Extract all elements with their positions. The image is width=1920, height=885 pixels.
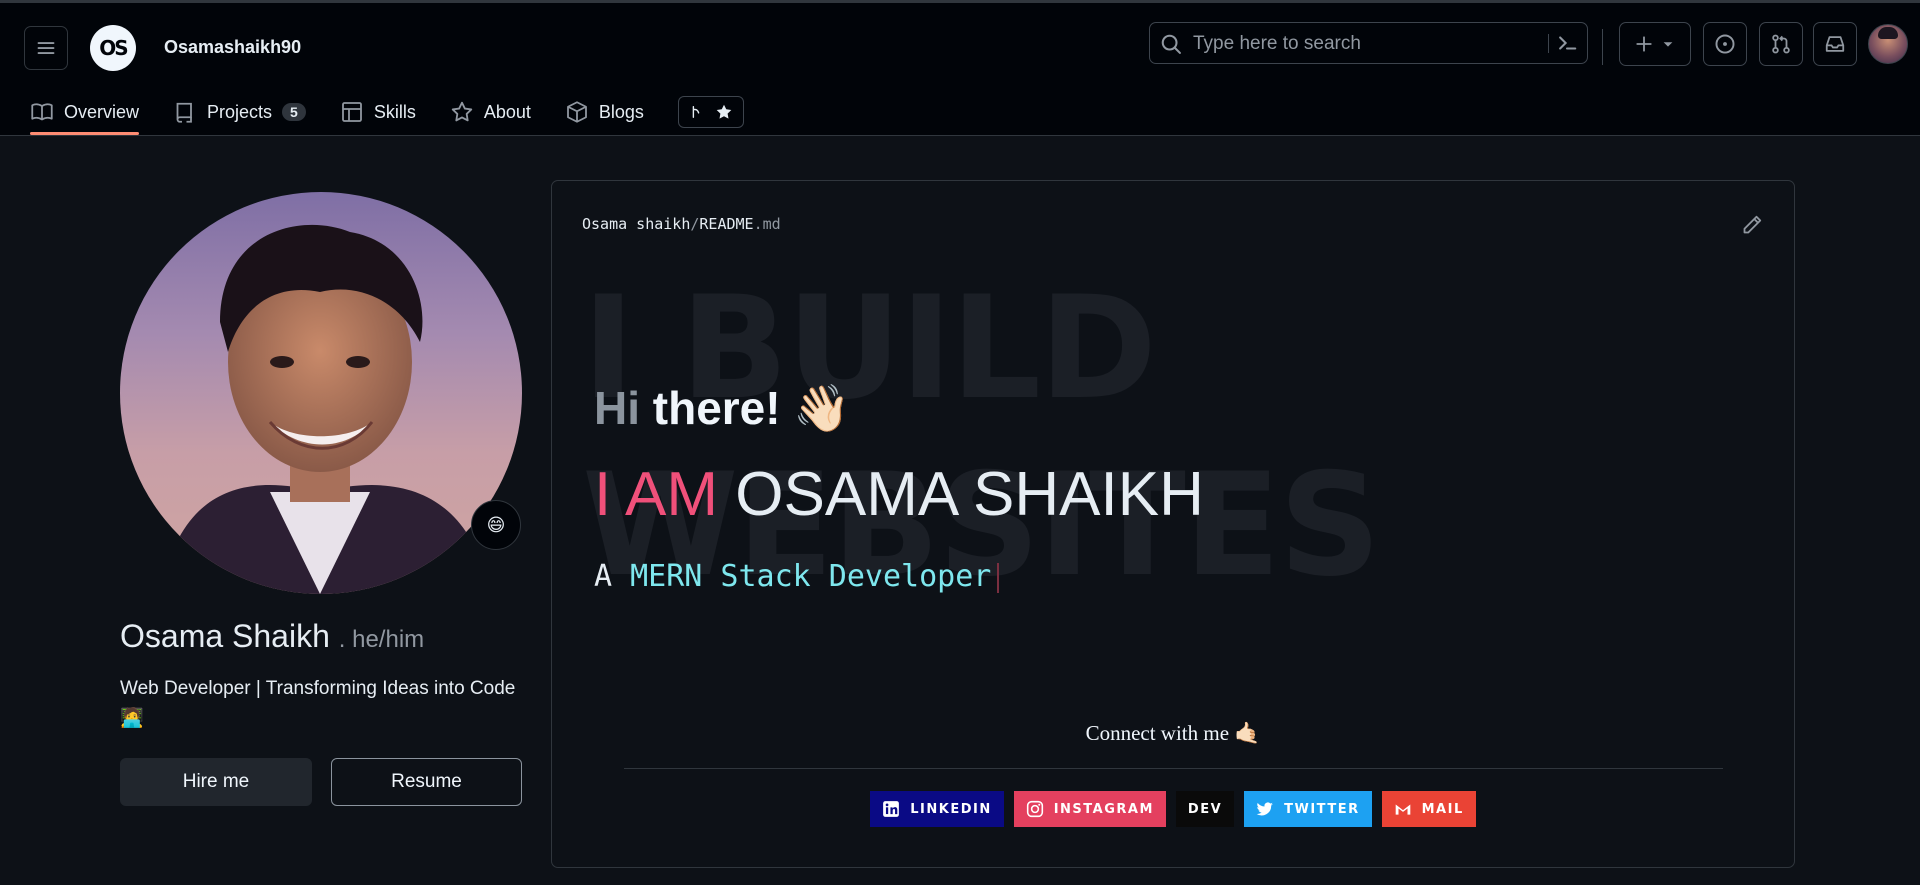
- tab-overview[interactable]: Overview: [30, 93, 140, 135]
- greeting-hi: Hi: [594, 382, 640, 434]
- header-divider: [1602, 29, 1603, 65]
- tab-skills[interactable]: Skills: [340, 93, 416, 131]
- resume-button[interactable]: Resume: [331, 758, 522, 806]
- projects-count-badge: 5: [282, 103, 306, 121]
- command-palette-icon[interactable]: [1555, 32, 1579, 54]
- search-input[interactable]: Type here to search: [1149, 22, 1588, 64]
- greeting-rest: there! 👋🏻: [640, 382, 851, 434]
- issues-button[interactable]: [1703, 22, 1747, 66]
- typing-cursor: [997, 562, 1000, 593]
- status-emoji-button[interactable]: 😄: [471, 500, 521, 550]
- pull-requests-button[interactable]: [1759, 22, 1803, 66]
- tab-blogs[interactable]: Blogs: [565, 93, 644, 131]
- profile-photo-illustration: [160, 224, 490, 594]
- hire-me-button[interactable]: Hire me: [120, 758, 312, 806]
- pencil-icon[interactable]: [1740, 213, 1764, 237]
- profile-pronouns: . he/him: [338, 626, 425, 653]
- role-prefix: A: [594, 559, 613, 594]
- twitter-icon: [1256, 802, 1274, 816]
- tab-about-label: About: [483, 101, 531, 122]
- inbox-icon: [1825, 36, 1845, 52]
- name-heading-name: OSAMA SHAIKH: [735, 460, 1204, 529]
- git-branch-icon: [692, 106, 700, 118]
- search-divider: [1548, 34, 1549, 53]
- profile-bio: Web Developer | Transforming Ideas into …: [120, 678, 516, 729]
- readme-path: Osama shaikh/README.md: [582, 215, 781, 233]
- dev-label: DEV: [1187, 801, 1223, 817]
- inbox-button[interactable]: [1813, 22, 1857, 66]
- role-typewriter: A MERN Stack Developer: [594, 559, 1000, 594]
- twitter-label: TWITTER: [1284, 801, 1360, 817]
- profile-fullname: Osama Shaikh: [120, 618, 330, 654]
- user-avatar-button[interactable]: [1868, 24, 1908, 64]
- tab-overview-label: Overview: [64, 101, 140, 122]
- social-badges: LINKEDIN INSTAGRAM DEV TWITTER MAIL: [552, 791, 1794, 827]
- star-filled-icon: [716, 104, 732, 119]
- hamburger-icon: [37, 42, 55, 54]
- caret-down-icon: [1663, 42, 1673, 47]
- linkedin-badge[interactable]: LINKEDIN: [870, 791, 1004, 827]
- tab-about[interactable]: About: [450, 93, 531, 131]
- book-icon: [31, 103, 53, 121]
- gmail-icon: [1395, 804, 1410, 815]
- greeting-heading: Hi there! 👋🏻: [594, 381, 851, 436]
- tab-skills-label: Skills: [373, 101, 416, 122]
- tab-projects-label: Projects: [207, 101, 273, 122]
- header-username[interactable]: Osamashaikh90: [164, 37, 301, 58]
- connect-divider: [624, 768, 1723, 769]
- readme-extension: .md: [753, 215, 781, 233]
- tab-stars[interactable]: [677, 96, 744, 128]
- dev-badge[interactable]: DEV: [1175, 791, 1235, 827]
- role-text: MERN Stack Developer: [630, 559, 992, 594]
- instagram-icon: [1026, 800, 1043, 818]
- mail-badge[interactable]: MAIL: [1381, 791, 1476, 827]
- profile-name: Osama Shaikh . he/him: [120, 618, 424, 655]
- readme-card: Osama shaikh/README.md I BUILD WEBSITES …: [551, 180, 1795, 868]
- linkedin-icon: [883, 801, 900, 817]
- search-placeholder: Type here to search: [1193, 33, 1361, 54]
- search-icon: [1161, 34, 1181, 54]
- table-icon: [341, 102, 362, 122]
- tab-blogs-label: Blogs: [598, 101, 644, 122]
- repo-icon: [176, 102, 192, 123]
- profile-tabs: Overview Projects 5 Skills About Blogs: [30, 93, 744, 137]
- plus-icon: [1636, 36, 1652, 52]
- menu-button[interactable]: [24, 26, 68, 70]
- instagram-label: INSTAGRAM: [1053, 801, 1154, 817]
- star-icon: [451, 101, 473, 122]
- issue-opened-icon: [1715, 34, 1735, 54]
- tab-projects[interactable]: Projects 5: [173, 93, 306, 131]
- linkedin-label: LINKEDIN: [910, 801, 992, 817]
- package-icon: [567, 101, 587, 123]
- readme-filename: README: [699, 215, 754, 233]
- profile-avatar[interactable]: [120, 192, 522, 594]
- site-logo[interactable]: OS: [90, 25, 136, 71]
- readme-owner[interactable]: Osama shaikh: [582, 215, 690, 233]
- app-header: OS Osamashaikh90 Type here to search Ove…: [0, 3, 1920, 136]
- name-heading-prefix: I AM: [594, 460, 719, 529]
- create-new-button[interactable]: [1619, 22, 1691, 66]
- twitter-badge[interactable]: TWITTER: [1244, 791, 1372, 827]
- mail-label: MAIL: [1421, 801, 1464, 817]
- name-heading: I AM OSAMA SHAIKH: [594, 459, 1204, 530]
- instagram-badge[interactable]: INSTAGRAM: [1013, 791, 1166, 827]
- git-pull-request-icon: [1772, 34, 1790, 54]
- connect-heading: Connect with me 🤙🏻: [1085, 721, 1261, 745]
